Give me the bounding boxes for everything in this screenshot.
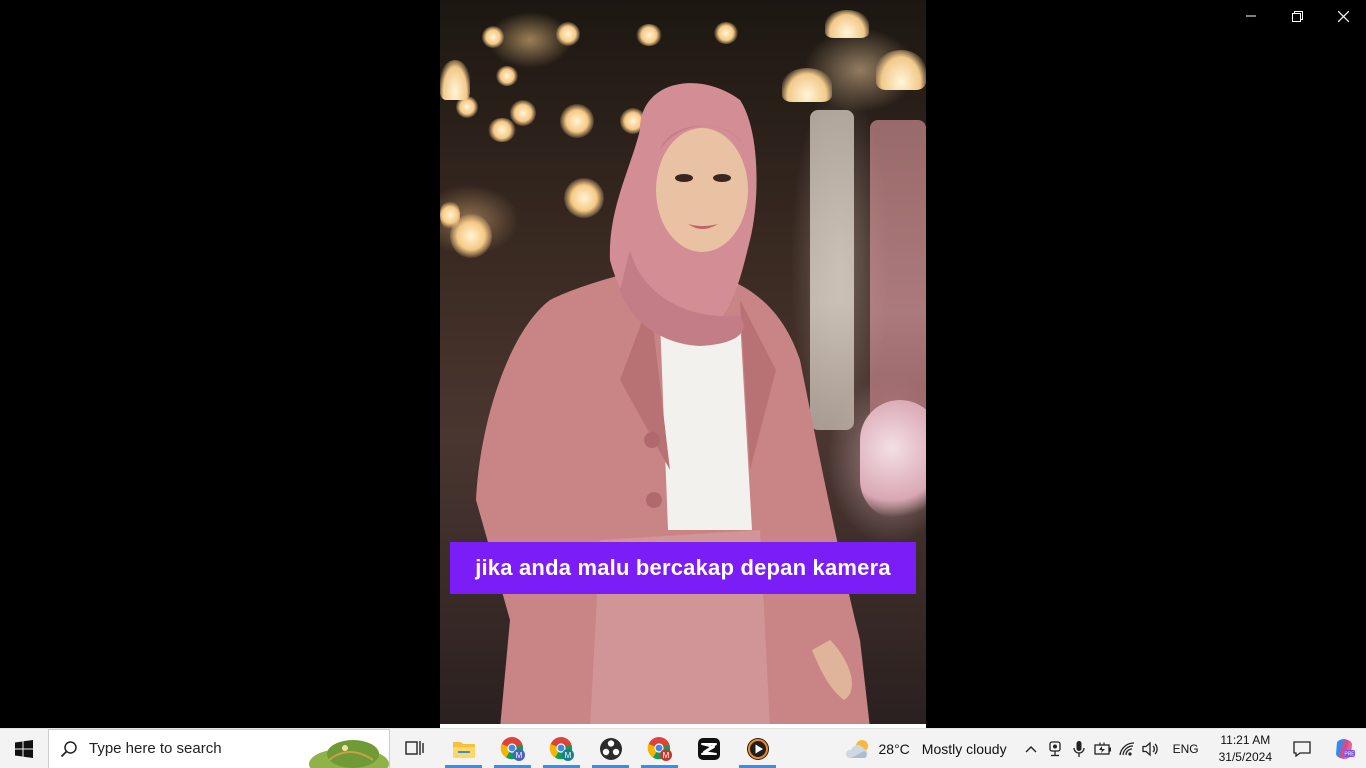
video-frame[interactable] [440,0,926,728]
restore-button[interactable] [1274,0,1320,32]
minimize-button[interactable] [1228,0,1274,32]
svg-text:PRE: PRE [1344,751,1355,757]
woman-in-pink-suit [476,83,870,728]
show-hidden-icons-button[interactable] [1019,729,1043,768]
clock-date: 31/5/2024 [1218,749,1272,764]
search-placeholder: Type here to search [89,740,222,757]
taskbar-file-explorer[interactable] [439,729,488,768]
microphone-tray-button[interactable] [1067,729,1091,768]
svg-text:M: M [515,751,522,760]
wifi-icon [1118,741,1134,756]
taskbar: Type here to search M M M 28°C Mostly cl… [0,728,1366,768]
volume-tray-button[interactable] [1139,729,1163,768]
clock[interactable]: 11:21 AM 31/5/2024 [1209,732,1282,766]
notifications-button[interactable] [1282,740,1322,757]
weather-condition: Mostly cloudy [921,740,1007,757]
chrome-profile-m-icon: M [500,736,525,761]
notification-icon [1293,740,1311,757]
search-box[interactable]: Type here to search [48,728,390,768]
microphone-icon [1072,740,1085,757]
video-caption: jika anda malu bercakap depan kamera [450,542,916,594]
weather-widget[interactable]: 28°C Mostly cloudy [837,738,1019,760]
weather-temp: 28°C [878,740,910,757]
media-player-icon [746,737,769,760]
chevron-up-icon [1025,745,1037,752]
taskbar-chrome-2[interactable]: M [537,729,586,768]
webcam-icon [1048,740,1061,756]
battery-charging-icon [1093,742,1111,755]
partly-cloudy-icon [845,739,868,758]
task-view-button[interactable] [390,729,439,768]
input-language[interactable]: ENG [1163,742,1209,756]
search-icon [60,740,77,757]
network-tray-button[interactable] [1115,729,1139,768]
capcut-icon [697,737,720,760]
copilot-icon: PRE [1336,738,1355,759]
minimize-icon [1246,15,1256,17]
task-view-icon [404,740,424,755]
taskbar-capcut[interactable] [684,729,733,768]
camera-tray-button[interactable] [1043,729,1067,768]
file-explorer-icon [452,741,475,758]
taskbar-chrome-3[interactable]: M [635,729,684,768]
battery-tray-button[interactable] [1091,729,1115,768]
obs-studio-icon [599,737,622,760]
taskbar-obs[interactable] [586,729,635,768]
windows-logo-icon [15,739,33,758]
start-button[interactable] [0,729,48,768]
desktop-screen: jika anda malu bercakap depan kamera Typ… [0,0,1366,768]
close-icon [1337,10,1349,22]
search-highlight-art [309,739,389,768]
svg-text:M: M [564,751,571,760]
restore-icon [1291,10,1303,22]
taskbar-media-player[interactable] [733,729,782,768]
close-button[interactable] [1320,0,1366,32]
taskbar-chrome-1[interactable]: M [488,729,537,768]
window-controls [1228,0,1366,32]
chrome-profile-m-icon: M [647,736,672,761]
speaker-icon [1141,741,1158,756]
copilot-button[interactable]: PRE [1322,738,1366,760]
system-tray: 28°C Mostly cloudy ENG 11:21 AM 31/5/202… [837,729,1366,768]
chrome-profile-m-icon: M [549,736,574,761]
svg-text:M: M [662,751,669,760]
clock-time: 11:21 AM [1220,732,1271,747]
